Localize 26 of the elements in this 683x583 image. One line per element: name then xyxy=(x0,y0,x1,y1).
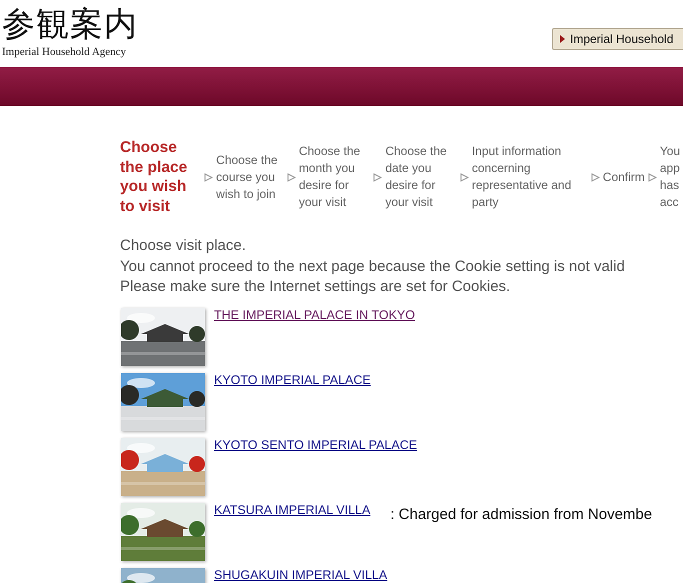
arrow-icon xyxy=(590,172,600,182)
place-link[interactable]: SHUGAKUIN IMPERIAL VILLA xyxy=(214,568,388,582)
step-label: Choose the month you desire for your visit xyxy=(298,143,362,211)
logo-subtitle: Imperial Household Agency xyxy=(2,46,128,58)
step-label: Choose the course you wish to join xyxy=(216,152,279,202)
place-link[interactable]: KATSURA IMPERIAL VILLA xyxy=(214,502,370,516)
intro-text: Please make sure the Internet settings are set for Cookies. xyxy=(120,277,512,297)
arrow-icon xyxy=(204,172,214,182)
arrow-icon xyxy=(286,172,296,182)
step-label: Choose the date you desire for your visit xyxy=(385,143,448,211)
step-label: You app has acc xyxy=(660,143,682,211)
step-label: Choose the place you wish to visit xyxy=(120,138,188,216)
admission-note: : Charged for admission from Novembe xyxy=(390,506,652,522)
agency-link[interactable]: Imperial Household xyxy=(552,28,683,50)
caret-icon xyxy=(560,35,565,43)
arrow-icon xyxy=(460,172,469,182)
logo-title: 参観案内 xyxy=(2,4,138,44)
arrow-icon xyxy=(373,172,382,182)
place-link[interactable]: THE IMPERIAL PALACE IN TOKYO xyxy=(214,308,415,322)
place-link[interactable]: KYOTO IMPERIAL PALACE xyxy=(214,372,371,386)
intro-text: You cannot proceed to the next page because the Cookie setting is not valid xyxy=(120,256,626,276)
intro-text: Choose visit place. xyxy=(120,236,247,256)
step-label: Confirm xyxy=(602,168,645,186)
place-link[interactable]: KYOTO SENTO IMPERIAL PALACE xyxy=(214,438,418,452)
step-label: Input information concerning representative and party xyxy=(472,143,572,211)
arrow-icon xyxy=(648,172,657,182)
